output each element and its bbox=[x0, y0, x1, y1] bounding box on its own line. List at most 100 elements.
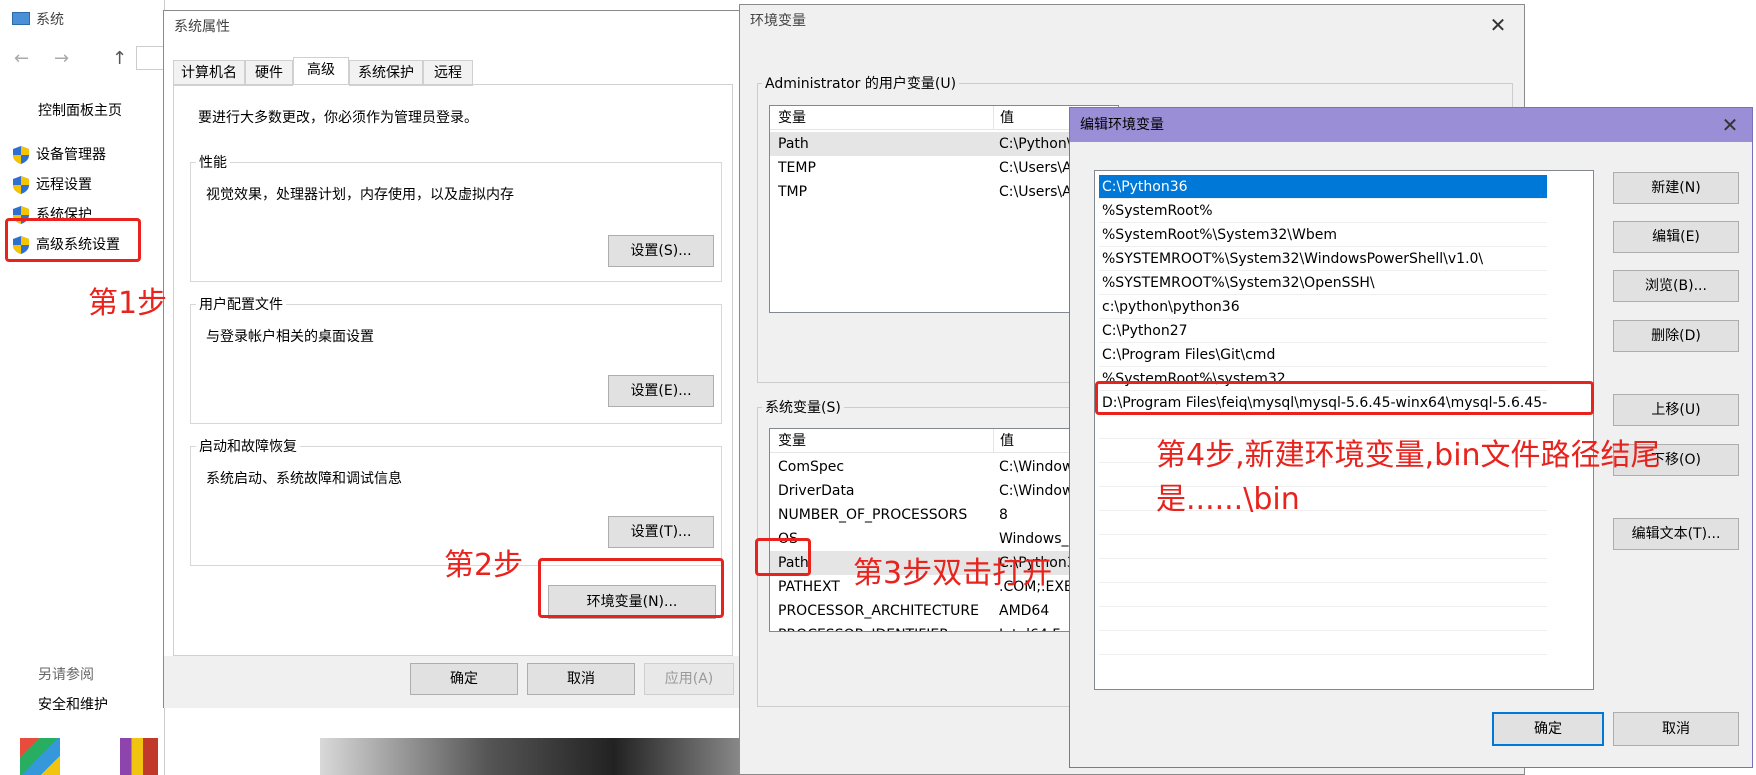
variable-name: ComSpec bbox=[778, 459, 845, 475]
user-variable-row[interactable]: TEMP C:\Users\A bbox=[770, 156, 1118, 180]
variable-value: C:\Window bbox=[999, 459, 1074, 475]
path-entry[interactable]: %SYSTEMROOT%\System32\WindowsPowerShell\… bbox=[1099, 247, 1547, 271]
delete-button[interactable]: 删除(D) bbox=[1613, 320, 1739, 352]
system-properties-apply-button[interactable]: 应用(A) bbox=[644, 663, 734, 695]
performance-settings-button[interactable]: 设置(S)... bbox=[608, 235, 714, 267]
system-variable-row[interactable]: NUMBER_OF_PROCESSORS 8 bbox=[770, 503, 1118, 527]
system-properties-cancel-button[interactable]: 取消 bbox=[527, 663, 635, 695]
shield-icon bbox=[13, 146, 29, 164]
edit-cancel-button[interactable]: 取消 bbox=[1613, 712, 1739, 746]
path-entry[interactable]: %SYSTEMROOT%\System32\OpenSSH\ bbox=[1099, 271, 1547, 295]
variable-name: TMP bbox=[778, 184, 808, 200]
user-profile-settings-button[interactable]: 设置(E)... bbox=[608, 375, 714, 407]
column-header-value[interactable]: 值 bbox=[993, 106, 1014, 130]
user-profile-desc: 与登录帐户相关的桌面设置 bbox=[206, 329, 374, 345]
user-variables-header: 变量 值 bbox=[770, 106, 1118, 130]
user-variables-list[interactable]: 变量 值 Path C:\Python\ TEMP C:\Users\A TMP… bbox=[769, 105, 1119, 313]
edit-button[interactable]: 编辑(E) bbox=[1613, 221, 1739, 253]
desktop-icon-books[interactable] bbox=[120, 738, 158, 775]
system-variable-row[interactable]: PROCESSOR_ARCHITECTURE AMD64 bbox=[770, 599, 1118, 623]
path-entry[interactable]: %SystemRoot% bbox=[1099, 199, 1547, 223]
variable-value: AMD64 bbox=[999, 603, 1050, 619]
annotation-step4-line1: 第4步,新建环境变量,bin文件路径结尾 bbox=[1156, 438, 1661, 473]
variable-value: C:\Users\A bbox=[999, 184, 1072, 200]
path-entry[interactable]: %SystemRoot%\System32\Wbem bbox=[1099, 223, 1547, 247]
sidebar-item-label: 远程设置 bbox=[36, 177, 92, 193]
tab-system-protection[interactable]: 系统保护 bbox=[349, 60, 423, 86]
highlight-env-button bbox=[538, 558, 724, 618]
address-bar[interactable] bbox=[136, 46, 164, 70]
annotation-step1: 第1步 bbox=[88, 286, 168, 321]
variable-name: DriverData bbox=[778, 483, 855, 499]
edit-ok-button[interactable]: 确定 bbox=[1492, 712, 1604, 746]
system-variables-title: 系统变量(S) bbox=[762, 397, 844, 417]
path-entry[interactable]: c:\python\python36 bbox=[1099, 295, 1547, 319]
sidebar-item-remote-settings[interactable]: 远程设置 bbox=[12, 173, 92, 197]
variable-name: PROCESSOR_ARCHITECTURE bbox=[778, 603, 979, 619]
system-variables-list[interactable]: 变量 值 ComSpec C:\Window DriverData C:\Win… bbox=[769, 428, 1119, 632]
user-variables-title: Administrator 的用户变量(U) bbox=[762, 73, 960, 93]
system-variable-row[interactable]: DriverData C:\Window bbox=[770, 479, 1118, 503]
highlight-advanced-settings bbox=[5, 218, 141, 262]
system-properties-ok-button[interactable]: 确定 bbox=[410, 663, 518, 695]
edit-environment-variable-title: 编辑环境变量 bbox=[1070, 108, 1752, 142]
close-icon[interactable]: ✕ bbox=[1478, 9, 1518, 41]
column-header-value[interactable]: 值 bbox=[993, 429, 1014, 453]
system-variable-row[interactable]: PROCESSOR_IDENTIFIER Intel64 F bbox=[770, 623, 1118, 631]
system-window: 系统 ← → ↑ 控制面板主页 设备管理器 远程设置 系统保护 高级系统设置 另… bbox=[0, 0, 165, 775]
browse-button[interactable]: 浏览(B)... bbox=[1613, 270, 1739, 302]
desktop-icon-colorful[interactable] bbox=[20, 738, 60, 775]
desktop-background-image bbox=[320, 738, 740, 775]
variable-value: 8 bbox=[999, 507, 1008, 523]
user-profile-title: 用户配置文件 bbox=[196, 294, 286, 314]
sidebar-home-link[interactable]: 控制面板主页 bbox=[38, 100, 122, 120]
system-variable-row[interactable]: ComSpec C:\Window bbox=[770, 455, 1118, 479]
forward-arrow-icon[interactable]: → bbox=[54, 48, 69, 69]
startup-recovery-settings-button[interactable]: 设置(T)... bbox=[608, 516, 714, 548]
column-header-variable[interactable]: 变量 bbox=[778, 106, 806, 130]
sidebar-item-device-manager[interactable]: 设备管理器 bbox=[12, 143, 106, 167]
back-arrow-icon[interactable]: ← bbox=[14, 48, 29, 69]
path-entry[interactable]: C:\Program Files\Git\cmd bbox=[1099, 343, 1547, 367]
variable-name: NUMBER_OF_PROCESSORS bbox=[778, 507, 968, 523]
path-entry-selected[interactable]: C:\Python36 bbox=[1099, 175, 1547, 199]
edit-text-button[interactable]: 编辑文本(T)... bbox=[1613, 518, 1739, 550]
up-arrow-icon[interactable]: ↑ bbox=[112, 48, 127, 69]
path-entry-empty bbox=[1099, 583, 1547, 607]
tab-hardware[interactable]: 硬件 bbox=[245, 60, 293, 86]
annotation-step2: 第2步 bbox=[444, 548, 524, 583]
move-up-button[interactable]: 上移(U) bbox=[1613, 394, 1739, 426]
variable-name: PATHEXT bbox=[778, 579, 840, 595]
path-entry-empty bbox=[1099, 631, 1547, 655]
variable-value: C:\Users\A bbox=[999, 160, 1072, 176]
performance-desc: 视觉效果，处理器计划，内存使用，以及虚拟内存 bbox=[206, 187, 514, 203]
system-variables-header: 变量 值 bbox=[770, 429, 1118, 453]
see-also-title: 另请参阅 bbox=[38, 667, 94, 683]
path-entry-empty bbox=[1099, 607, 1547, 631]
see-also-security-link[interactable]: 安全和维护 bbox=[38, 694, 108, 714]
tab-computer-name[interactable]: 计算机名 bbox=[173, 60, 245, 86]
tab-remote[interactable]: 远程 bbox=[423, 60, 473, 86]
performance-title: 性能 bbox=[196, 152, 230, 172]
startup-recovery-desc: 系统启动、系统故障和调试信息 bbox=[206, 471, 402, 487]
highlight-mysql-path bbox=[1095, 381, 1594, 415]
tab-advanced[interactable]: 高级 bbox=[293, 57, 349, 85]
variable-value: C:\Window bbox=[999, 483, 1074, 499]
path-entry-empty bbox=[1099, 535, 1547, 559]
column-header-variable[interactable]: 变量 bbox=[778, 429, 806, 453]
path-entry-empty bbox=[1099, 559, 1547, 583]
user-variable-row[interactable]: TMP C:\Users\A bbox=[770, 180, 1118, 204]
annotation-step3: 第3步双击打开 bbox=[853, 556, 1053, 591]
variable-value: Intel64 F bbox=[999, 623, 1060, 631]
sidebar-item-label: 设备管理器 bbox=[36, 147, 106, 163]
variable-value: C:\Python\ bbox=[999, 136, 1072, 152]
close-icon[interactable]: ✕ bbox=[1710, 109, 1750, 141]
new-button[interactable]: 新建(N) bbox=[1613, 172, 1739, 204]
startup-recovery-title: 启动和故障恢复 bbox=[196, 436, 300, 456]
admin-note: 要进行大多数更改，你必须作为管理员登录。 bbox=[198, 110, 478, 126]
system-window-title: 系统 bbox=[36, 12, 64, 28]
path-entry[interactable]: C:\Python27 bbox=[1099, 319, 1547, 343]
shield-icon bbox=[13, 176, 29, 194]
user-variable-row[interactable]: Path C:\Python\ bbox=[770, 132, 1118, 156]
variable-name: Path bbox=[778, 136, 809, 152]
